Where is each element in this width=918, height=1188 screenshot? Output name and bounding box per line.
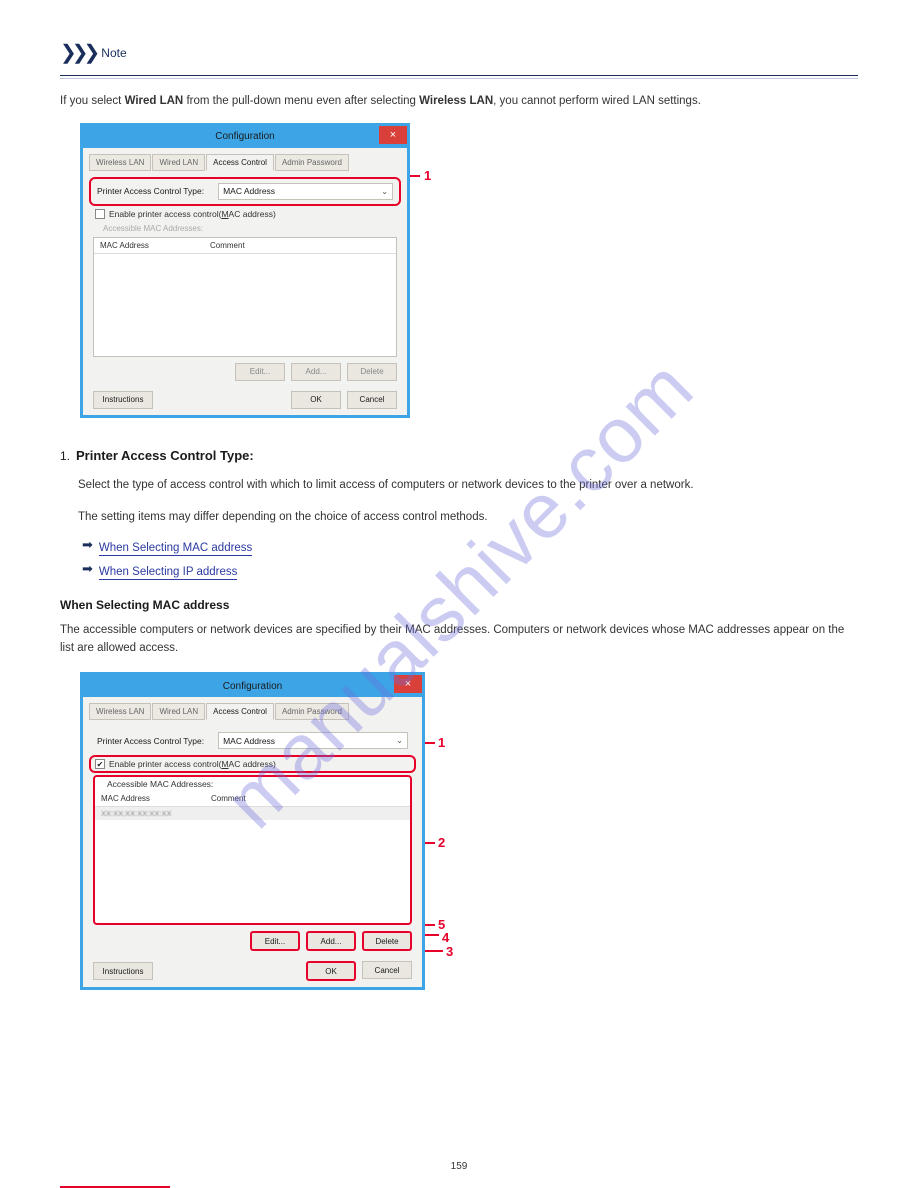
tab-access-control[interactable]: Access Control [206,703,274,720]
section-1: 1. Printer Access Control Type: Select t… [60,434,858,581]
tabs-row: Wireless LAN Wired LAN Access Control Ad… [89,703,416,720]
access-control-type-label: Printer Access Control Type: [97,186,204,196]
link-arrow-icon: ➡ [82,537,93,553]
config-window-1: Configuration × Wireless LAN Wired LAN A… [80,123,410,418]
bottom-button-row: Instructions OK Cancel [89,387,401,409]
table-row[interactable]: XX:XX:XX:XX:XX:XX [95,807,410,820]
access-control-type-row: Printer Access Control Type: MAC Address… [89,177,401,206]
section-label: Printer Access Control Type: [76,448,254,463]
document-page: ❯❯❯ Note If you select Wired LAN from th… [0,0,918,1022]
note-row: ❯❯❯ Note [60,40,858,65]
window-titlebar: Configuration × [83,126,407,148]
enable-access-control-row[interactable]: ✔ Enable printer access control(MAC addr… [89,755,416,773]
config-window-2: Configuration × Wireless LAN Wired LAN A… [80,672,425,990]
tab-wireless-lan[interactable]: Wireless LAN [89,703,151,720]
cancel-button[interactable]: Cancel [362,961,412,979]
window-titlebar: Configuration × [83,675,422,697]
ok-button[interactable]: OK [291,391,341,409]
chevron-down-icon: ⌄ [381,187,388,196]
table-button-row: Edit... Add... Delete [89,363,401,387]
window-title: Configuration [223,681,282,692]
callout-1: 1 [424,168,431,183]
window-close-button[interactable]: × [394,675,422,693]
mac-table: MAC Address Comment [93,237,397,357]
window-body: Wireless LAN Wired LAN Access Control Ad… [83,148,407,415]
screenshot-1: Configuration × Wireless LAN Wired LAN A… [80,123,440,418]
enable-label: Enable printer access control(MAC addres… [109,209,276,219]
ok-button[interactable]: OK [306,961,356,981]
enable-access-control-row[interactable]: Enable printer access control(MAC addres… [89,206,401,222]
edit-button[interactable]: Edit... [235,363,285,381]
group-label: Accessible MAC Addresses: [95,777,410,791]
col-mac: MAC Address [100,241,210,250]
window-close-button[interactable]: × [379,126,407,144]
enable-label: Enable printer access control(MAC addres… [109,759,276,769]
note-divider-light [60,78,858,79]
mac-table-highlighted: Accessible MAC Addresses: MAC Address Co… [93,775,412,925]
note-label: Note [101,46,126,60]
intro-paragraph: If you select Wired LAN from the pull-do… [60,93,858,111]
link-arrow-icon: ➡ [82,561,93,577]
table-button-row: Edit... Add... Delete [89,931,416,957]
section-desc-2: The setting items may differ depending o… [78,509,858,527]
add-button[interactable]: Add... [291,363,341,381]
access-control-type-row: Printer Access Control Type: MAC Address… [89,726,416,755]
bottom-button-row: Instructions OK Cancel [89,957,416,981]
page-number: 159 [451,1161,468,1172]
col-mac: MAC Address [101,794,211,803]
link-mac[interactable]: ➡ When Selecting MAC address [82,540,858,556]
link-ip[interactable]: ➡ When Selecting IP address [82,564,858,580]
subheading-desc: The accessible computers or network devi… [60,622,858,658]
tab-access-control[interactable]: Access Control [206,154,274,171]
callout-4: 4 [442,930,449,945]
callout-1b: 1 [438,735,445,750]
group-label-disabled: Accessible MAC Addresses: [89,222,401,235]
note-chevron-icon: ❯❯❯ [60,40,95,65]
add-button[interactable]: Add... [306,931,356,951]
delete-button[interactable]: Delete [347,363,397,381]
table-header: MAC Address Comment [94,238,396,254]
tab-wired-lan[interactable]: Wired LAN [152,703,205,720]
delete-button[interactable]: Delete [362,931,412,951]
col-comment: Comment [211,794,321,803]
cancel-button[interactable]: Cancel [347,391,397,409]
note-divider-dark [60,75,858,76]
edit-button[interactable]: Edit... [250,931,300,951]
window-body: Wireless LAN Wired LAN Access Control Ad… [83,697,422,987]
chevron-down-icon: ⌄ [396,736,403,745]
section-desc-1: Select the type of access control with w… [78,477,858,495]
instructions-button[interactable]: Instructions [93,962,153,980]
enable-checkbox[interactable] [95,209,105,219]
screenshot-2: Configuration × Wireless LAN Wired LAN A… [80,672,460,990]
access-control-type-select[interactable]: MAC Address ⌄ [218,732,408,749]
enable-checkbox-checked[interactable]: ✔ [95,759,105,769]
tab-wired-lan[interactable]: Wired LAN [152,154,205,171]
tab-admin-password[interactable]: Admin Password [275,703,349,720]
callout-3: 3 [446,944,453,959]
callout-2: 2 [438,835,445,850]
subheading-mac: When Selecting MAC address [60,598,858,612]
instructions-button[interactable]: Instructions [93,391,153,409]
access-control-type-label: Printer Access Control Type: [97,736,204,746]
access-control-type-select[interactable]: MAC Address ⌄ [218,183,393,200]
section-number: 1. [60,449,70,463]
table-header: MAC Address Comment [95,791,410,807]
tab-wireless-lan[interactable]: Wireless LAN [89,154,151,171]
window-title: Configuration [215,131,274,142]
link-mac-text: When Selecting MAC address [99,542,252,556]
col-comment: Comment [210,241,320,250]
tabs-row: Wireless LAN Wired LAN Access Control Ad… [89,154,401,171]
mac-cell: XX:XX:XX:XX:XX:XX [101,809,211,818]
tab-admin-password[interactable]: Admin Password [275,154,349,171]
link-ip-text: When Selecting IP address [99,566,238,580]
